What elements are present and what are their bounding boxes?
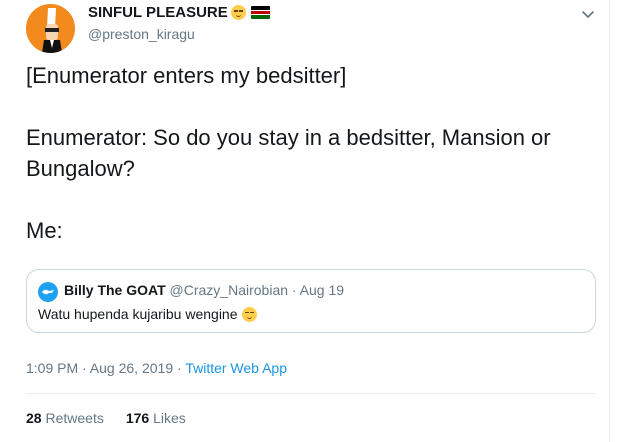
tweet-text: [Enumerator enters my bedsitter] Enumera… <box>26 60 596 246</box>
quoted-text: Watu hupenda kujaribu wengine <box>38 306 238 322</box>
likes-label: Likes <box>153 410 186 426</box>
avatar-illustration <box>26 4 75 53</box>
author-display-name[interactable]: SINFUL PLEASURE <box>88 4 228 21</box>
quoted-date[interactable]: · Aug 19 <box>292 282 344 298</box>
author-name-row[interactable]: SINFUL PLEASURE <box>88 4 270 21</box>
likes-stat[interactable]: 176 Likes <box>126 410 186 426</box>
quoted-display-name[interactable]: Billy The GOAT <box>64 282 166 298</box>
quoted-tweet[interactable]: Billy The GOAT @Crazy_Nairobian · Aug 19… <box>26 269 596 333</box>
tweet-card: SINFUL PLEASURE @preston_kiragu [Enumera… <box>0 0 610 442</box>
retweets-label: Retweets <box>45 410 104 426</box>
tweet-meta: 1:09 PM · Aug 26, 2019 · Twitter Web App <box>26 360 287 376</box>
goat-icon <box>42 289 54 295</box>
tweet-timestamp[interactable]: 1:09 PM · Aug 26, 2019 <box>26 360 173 376</box>
author-handle[interactable]: @preston_kiragu <box>88 26 195 42</box>
quoted-text-row: Watu hupenda kujaribu wengine <box>38 306 257 322</box>
quoted-handle[interactable]: @Crazy_Nairobian <box>170 282 288 298</box>
tweet-stats: 28 Retweets 176 Likes <box>26 410 186 426</box>
relieved-face-emoji-icon <box>241 306 257 322</box>
meta-separator: · <box>173 360 186 376</box>
kenya-flag-icon <box>250 6 270 19</box>
tweet-line-1: [Enumerator enters my bedsitter] <box>26 63 347 88</box>
tweet-line-2: Enumerator: So do you stay in a bedsitte… <box>26 125 551 181</box>
user-avatar[interactable] <box>26 4 75 53</box>
quoted-avatar[interactable] <box>38 282 58 302</box>
tweet-line-3: Me: <box>26 218 63 243</box>
chevron-down-icon[interactable] <box>580 6 596 22</box>
likes-count: 176 <box>125 410 150 426</box>
divider <box>26 393 596 394</box>
tweet-source[interactable]: Twitter Web App <box>185 360 287 376</box>
relieved-face-emoji-icon <box>230 5 246 20</box>
retweets-count: 28 <box>26 410 42 426</box>
quoted-header: Billy The GOAT @Crazy_Nairobian · Aug 19 <box>64 282 344 298</box>
retweets-stat[interactable]: 28 Retweets <box>26 410 104 426</box>
